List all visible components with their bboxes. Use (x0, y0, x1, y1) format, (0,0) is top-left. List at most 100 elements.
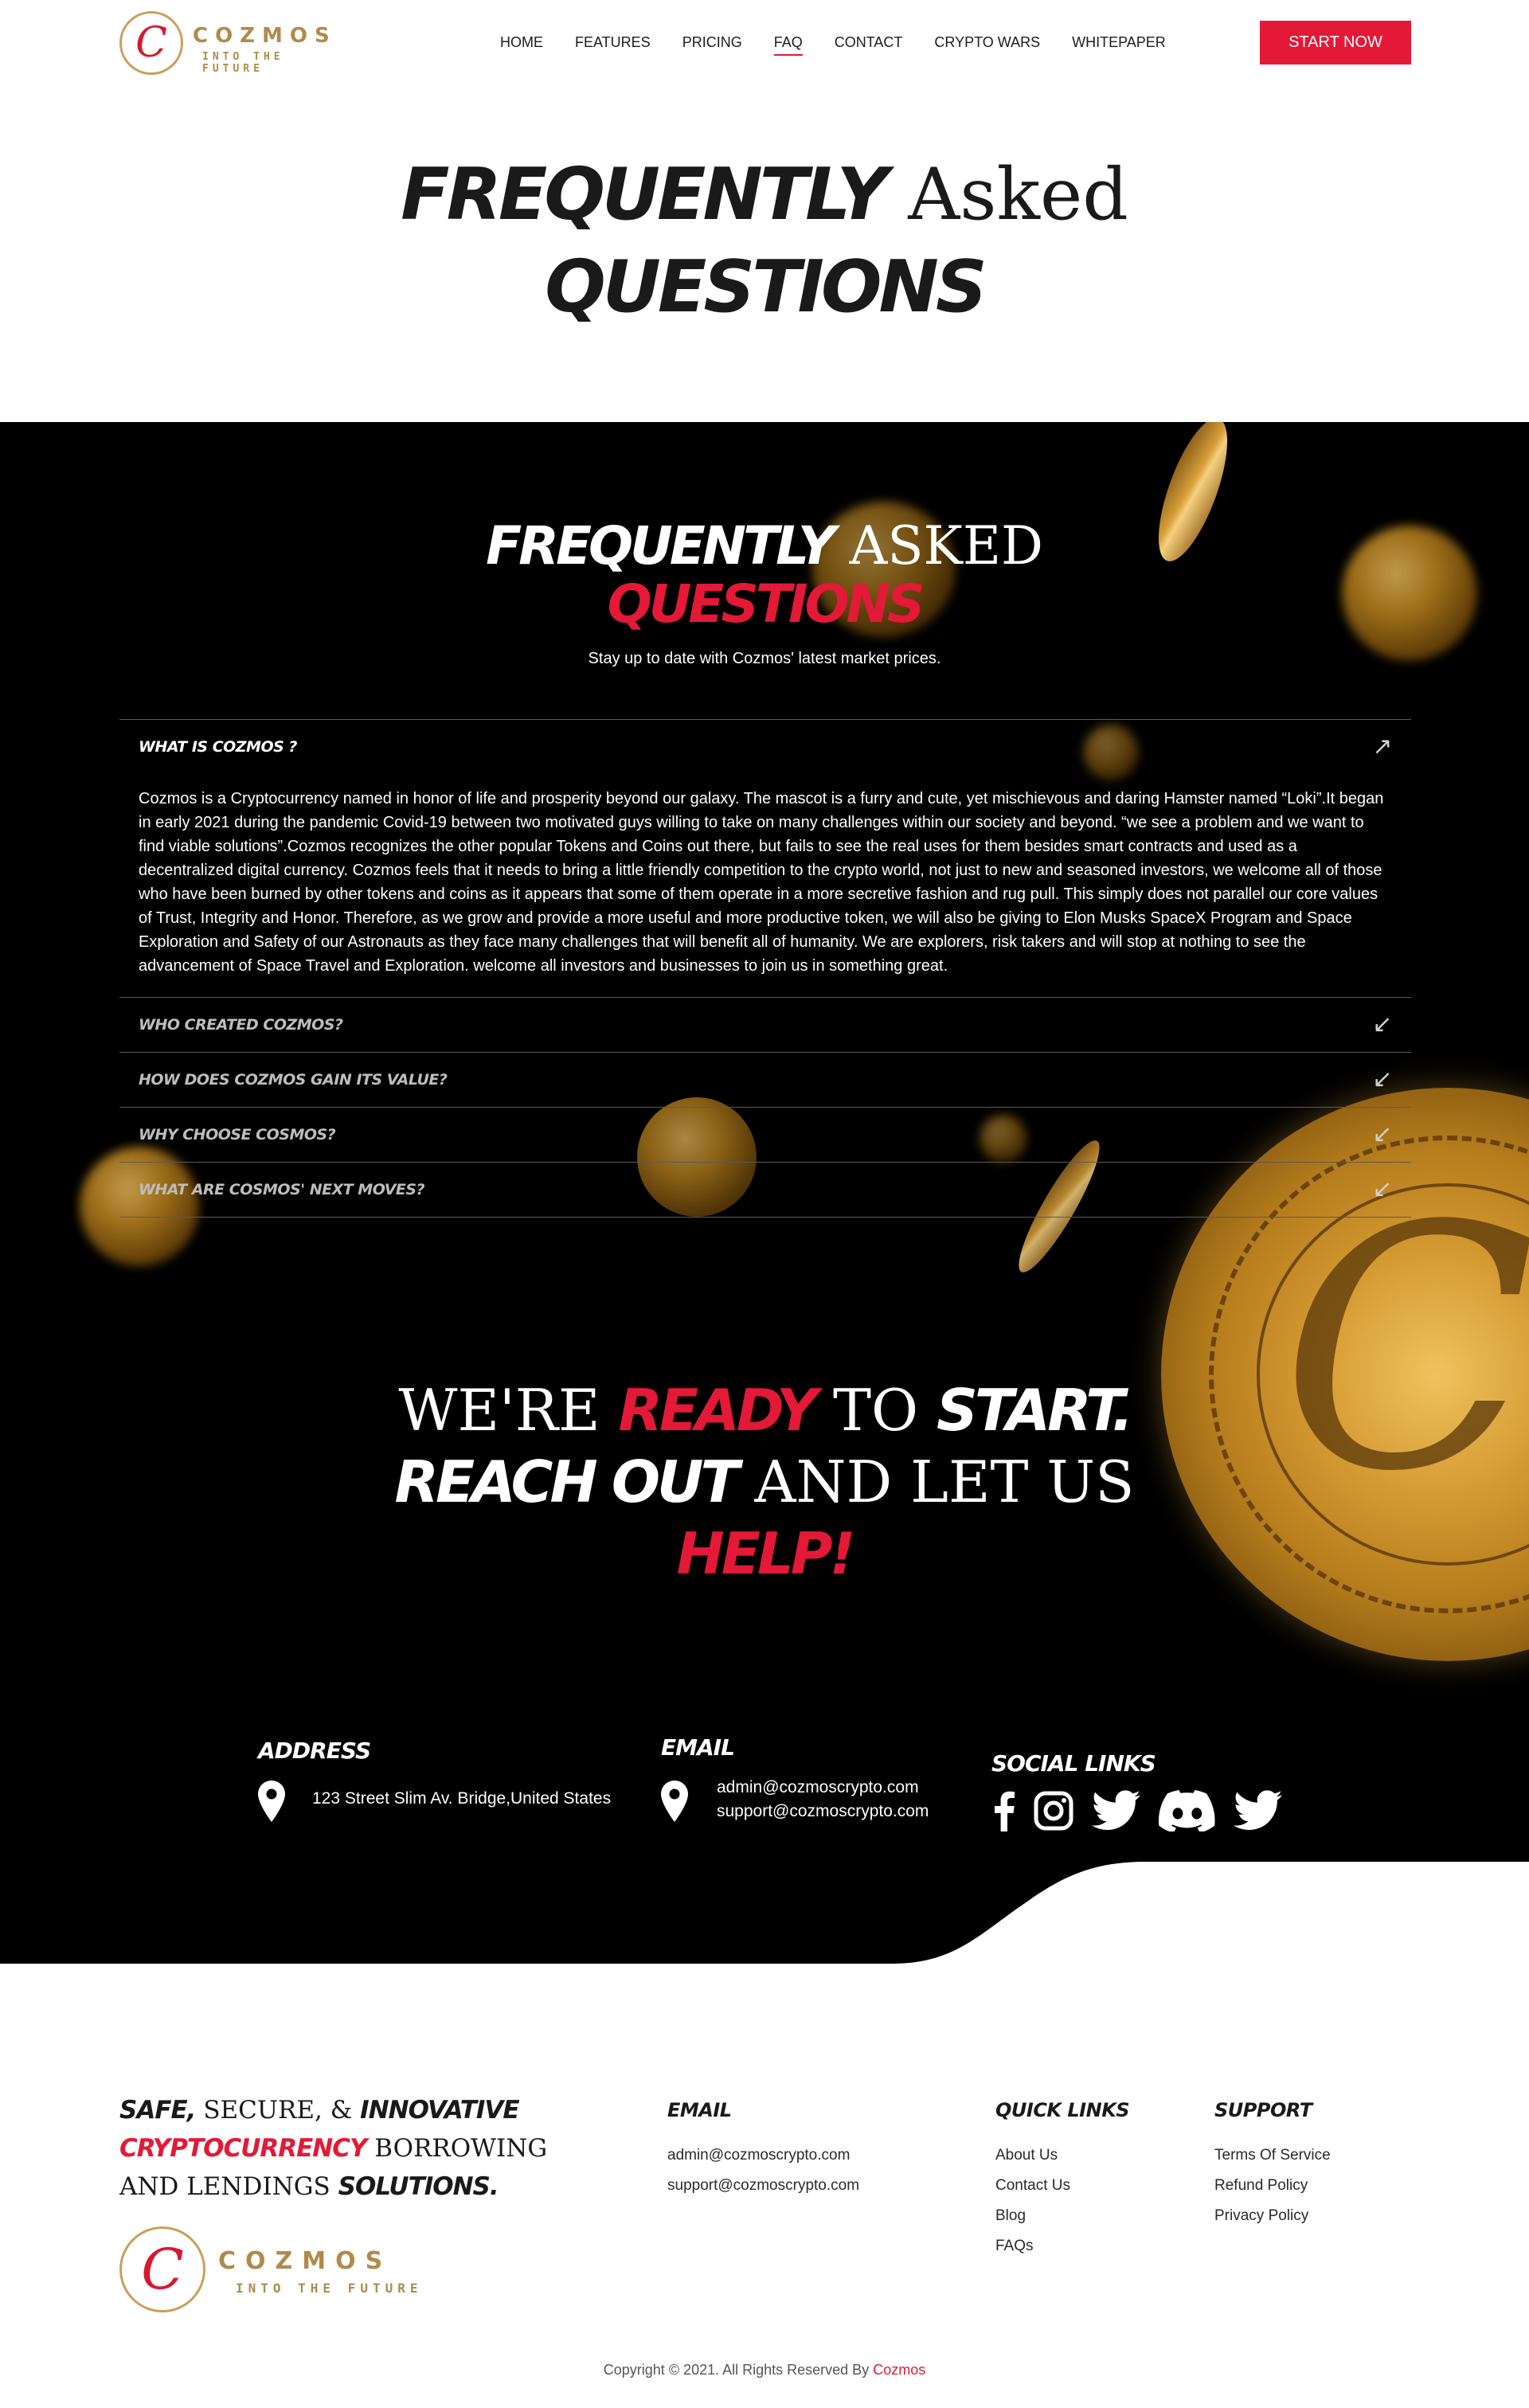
footer-support: SUPPORT Terms Of Service Refund Policy P… (1214, 2099, 1331, 2231)
page-hero: FREQUENTLY Asked QUESTIONS (0, 84, 1529, 422)
tagline-serif: BORROWING (374, 2134, 548, 2163)
copyright-brand-link[interactable]: Cozmos (873, 2362, 925, 2378)
contact-address: ADDRESS 123 Street Slim Av. Bridge,Unite… (258, 1738, 640, 1825)
nav-whitepaper[interactable]: WHITEPAPER (1056, 32, 1182, 56)
faq-answer: Cozmos is a Cryptocurrency named in hono… (139, 790, 1384, 975)
faq-question[interactable]: WHAT IS COZMOS ? (119, 720, 1411, 774)
footer-logo[interactable]: C COZMOS INTO THE FUTURE (119, 2226, 454, 2314)
hero-title-bold-2: QUESTIONS (545, 245, 987, 329)
tagline-serif: AND LENDINGS (119, 2172, 330, 2201)
footer-link-faqs[interactable]: FAQs (995, 2231, 1129, 2261)
address-text: 123 Street Slim Av. Bridge,United States (312, 1789, 612, 1808)
footer-quick-links: QUICK LINKS About Us Contact Us Blog FAQ… (995, 2099, 1130, 2261)
faq-question[interactable]: HOW DOES COZMOS GAIN ITS VALUE? (119, 1053, 1411, 1107)
faq-item: WHO CREATED COZMOS? ↙ (119, 997, 1411, 1052)
email-link[interactable]: support@cozmoscrypto.com (717, 1800, 929, 1824)
tagline-bold: SAFE, (119, 2096, 196, 2125)
twitter-icon[interactable] (1234, 1790, 1283, 1831)
logo-emblem: C (119, 2226, 205, 2312)
footer-link-privacy[interactable]: Privacy Policy (1214, 2201, 1331, 2231)
nav-contact[interactable]: CONTACT (819, 32, 919, 56)
faq-item: WHAT IS COZMOS ? ↗ Cozmos is a Cryptocur… (119, 719, 1411, 997)
faq-heading: FREQUENTLY ASKED QUESTIONS (0, 515, 1529, 635)
hero-title-serif: Asked (908, 153, 1128, 236)
nav-features[interactable]: FEATURES (559, 32, 667, 56)
hero-title-line-1: FREQUENTLY Asked (0, 159, 1529, 231)
nav-home[interactable]: HOME (484, 32, 559, 56)
tagline-bold: INNOVATIVE (360, 2096, 519, 2125)
facebook-icon[interactable] (991, 1790, 1015, 1831)
footer-link-contact[interactable]: Contact Us (995, 2171, 1129, 2201)
discord-icon[interactable] (1159, 1790, 1216, 1831)
email-title: EMAIL (661, 1734, 735, 1761)
footer-email-link[interactable]: admin@cozmoscrypto.com (667, 2140, 859, 2171)
footer-email-col: EMAIL admin@cozmoscrypto.com support@coz… (667, 2099, 859, 2201)
nav-pricing[interactable]: PRICING (667, 32, 758, 56)
contact-social: SOCIAL LINKS (991, 1750, 1156, 1777)
arrow-down-left-icon[interactable]: ↙ (1371, 1123, 1394, 1147)
contact-email: EMAIL admin@cozmoscrypto.com support@coz… (661, 1734, 980, 1830)
copyright-text: Copyright © 2021. All Rights Reserved By (603, 2362, 870, 2378)
faq-heading-serif: ASKED (849, 515, 1043, 577)
arrow-down-left-icon[interactable]: ↙ (1371, 1013, 1394, 1037)
arrow-up-right-icon[interactable]: ↗ (1371, 735, 1394, 759)
logo-wordmark: COZMOS (218, 2247, 393, 2275)
address-title: ADDRESS (258, 1738, 371, 1764)
logo-letter: C (141, 2237, 184, 2302)
tagline-bold: SOLUTIONS. (338, 2172, 499, 2201)
footer-link-terms[interactable]: Terms Of Service (1214, 2140, 1331, 2171)
section-curve (892, 1862, 1529, 1964)
twitter-icon[interactable] (1092, 1790, 1141, 1831)
ready-heading: WE'RE READY TO START. REACH OUT AND LET … (0, 1374, 1529, 1589)
ready-serif: WE'RE (398, 1377, 600, 1444)
nav-crypto-wars[interactable]: CRYPTO WARS (918, 32, 1056, 56)
arrow-down-left-icon[interactable]: ↙ (1371, 1068, 1394, 1092)
faq-item: HOW DOES COZMOS GAIN ITS VALUE? ↙ (119, 1052, 1411, 1107)
faq-item: WHY CHOOSE COSMOS? ↙ (119, 1107, 1411, 1162)
faq-accordion: WHAT IS COZMOS ? ↗ Cozmos is a Cryptocur… (119, 719, 1411, 1218)
faq-heading-red: QUESTIONS (607, 573, 925, 635)
faq-item: WHAT ARE COSMOS' NEXT MOVES? ↙ (119, 1162, 1411, 1218)
logo-letter: C (135, 19, 167, 67)
faq-question[interactable]: WHO CREATED COZMOS? (119, 998, 1411, 1052)
site-header: C COZMOS INTO THE FUTURE HOME FEATURES P… (0, 0, 1529, 84)
main-nav: HOME FEATURES PRICING FAQ CONTACT CRYPTO… (484, 32, 1182, 56)
support-title: SUPPORT (1214, 2099, 1312, 2121)
faq-heading-bold: FREQUENTLY (486, 515, 836, 577)
footer-email-link[interactable]: support@cozmoscrypto.com (667, 2171, 859, 2201)
ready-serif: TO (833, 1377, 919, 1444)
map-pin-icon (258, 1781, 285, 1822)
logo-emblem: C (119, 11, 183, 75)
ready-serif: AND LET US (754, 1448, 1135, 1515)
faq-subtitle: Stay up to date with Cozmos' latest mark… (588, 650, 941, 667)
arrow-down-left-icon[interactable]: ↙ (1371, 1178, 1394, 1202)
quick-links-title: QUICK LINKS (995, 2099, 1130, 2121)
ready-bold: START. (936, 1377, 1134, 1444)
footer-link-refund[interactable]: Refund Policy (1214, 2171, 1331, 2201)
logo-tagline: INTO THE FUTURE (202, 51, 284, 75)
faq-contact-section: C FREQUENTLY ASKED QUESTIONS Stay up to … (0, 422, 1529, 1964)
map-pin-icon (661, 1781, 688, 1822)
faq-question[interactable]: WHY CHOOSE COSMOS? (119, 1108, 1411, 1162)
footer-tagline: SAFE, SECURE, & INNOVATIVE CRYPTOCURRENC… (119, 2091, 565, 2206)
ready-bold: REACH OUT (394, 1448, 740, 1515)
site-footer: SAFE, SECURE, & INNOVATIVE CRYPTOCURRENC… (0, 1964, 1529, 2408)
start-now-button[interactable]: START NOW (1260, 21, 1411, 64)
social-links (991, 1790, 1283, 1831)
brand-logo[interactable]: C COZMOS INTO THE FUTURE (119, 11, 330, 75)
nav-faq[interactable]: FAQ (758, 32, 819, 56)
tagline-serif: SECURE, & (203, 2096, 353, 2125)
footer-email-title: EMAIL (667, 2099, 732, 2121)
ready-red: HELP! (676, 1520, 856, 1587)
logo-wordmark: COZMOS (193, 24, 337, 48)
hero-title-bold: FREQUENTLY (401, 153, 889, 236)
hero-title-line-2: QUESTIONS (0, 252, 1529, 323)
faq-question[interactable]: WHAT ARE COSMOS' NEXT MOVES? (119, 1163, 1411, 1217)
social-title: SOCIAL LINKS (991, 1750, 1156, 1777)
copyright: Copyright © 2021. All Rights Reserved By… (0, 2362, 1529, 2379)
email-link[interactable]: admin@cozmoscrypto.com (717, 1776, 919, 1800)
instagram-icon[interactable] (1033, 1790, 1074, 1831)
footer-link-blog[interactable]: Blog (995, 2201, 1129, 2231)
ready-red: READY (618, 1377, 818, 1444)
footer-link-about[interactable]: About Us (995, 2140, 1129, 2171)
